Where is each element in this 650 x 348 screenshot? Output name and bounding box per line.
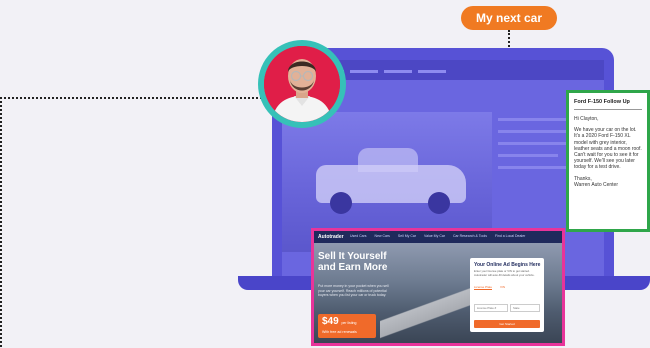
nav-value-my-car[interactable]: Value My Car <box>424 234 445 238</box>
hero-title: Sell It Yourself and Earn More <box>318 251 388 273</box>
connector-left <box>0 97 262 99</box>
tab-vin[interactable]: VIN <box>500 285 505 289</box>
get-started-button[interactable]: Get Started <box>474 320 540 328</box>
email-greeting: Hi Clayton, <box>574 116 599 122</box>
nav-new-cars[interactable]: New Cars <box>375 234 390 238</box>
state-select[interactable]: State <box>510 304 540 312</box>
form-tabs: License Plate VIN <box>474 285 505 290</box>
license-plate-input[interactable]: License Plate # <box>474 304 508 312</box>
email-signature: Warren Auto Center <box>574 181 619 188</box>
nav-sell-my-car[interactable]: Sell My Car <box>398 234 416 238</box>
email-signoff: Thanks, Warren Auto Center <box>574 175 619 188</box>
my-next-car-badge: My next car <box>461 6 557 30</box>
price-value: $49 per listing <box>322 316 357 327</box>
hero-subtitle: Put more money in your pocket when you s… <box>318 284 389 297</box>
price-note: With free ad renewals <box>322 330 357 334</box>
nav-find-dealer[interactable]: Find a Local Dealer <box>495 234 525 238</box>
connector-left-down <box>0 97 2 347</box>
email-divider <box>574 109 642 110</box>
truck-wheel <box>428 192 450 214</box>
form-title: Your Online Ad Begins Here <box>474 262 541 268</box>
person-icon <box>264 46 340 122</box>
form-description: Enter your license plate or VIN to get s… <box>474 269 535 277</box>
site-menu: Used Cars New Cars Sell My Car Value My Car… <box>350 234 533 238</box>
avatar <box>264 46 340 122</box>
site-logo[interactable]: Autotrader <box>318 234 344 240</box>
truck-wheel <box>330 192 352 214</box>
tab-license-plate[interactable]: License Plate <box>474 285 493 290</box>
nav-used-cars[interactable]: Used Cars <box>350 234 367 238</box>
email-card: Ford F-150 Follow Up Hi Clayton, We have… <box>566 90 650 232</box>
email-subject: Ford F-150 Follow Up <box>574 99 630 105</box>
nav-research[interactable]: Car Research & Tools <box>453 234 487 238</box>
email-body: We have your car on the lot. It's a 2020… <box>574 127 642 171</box>
